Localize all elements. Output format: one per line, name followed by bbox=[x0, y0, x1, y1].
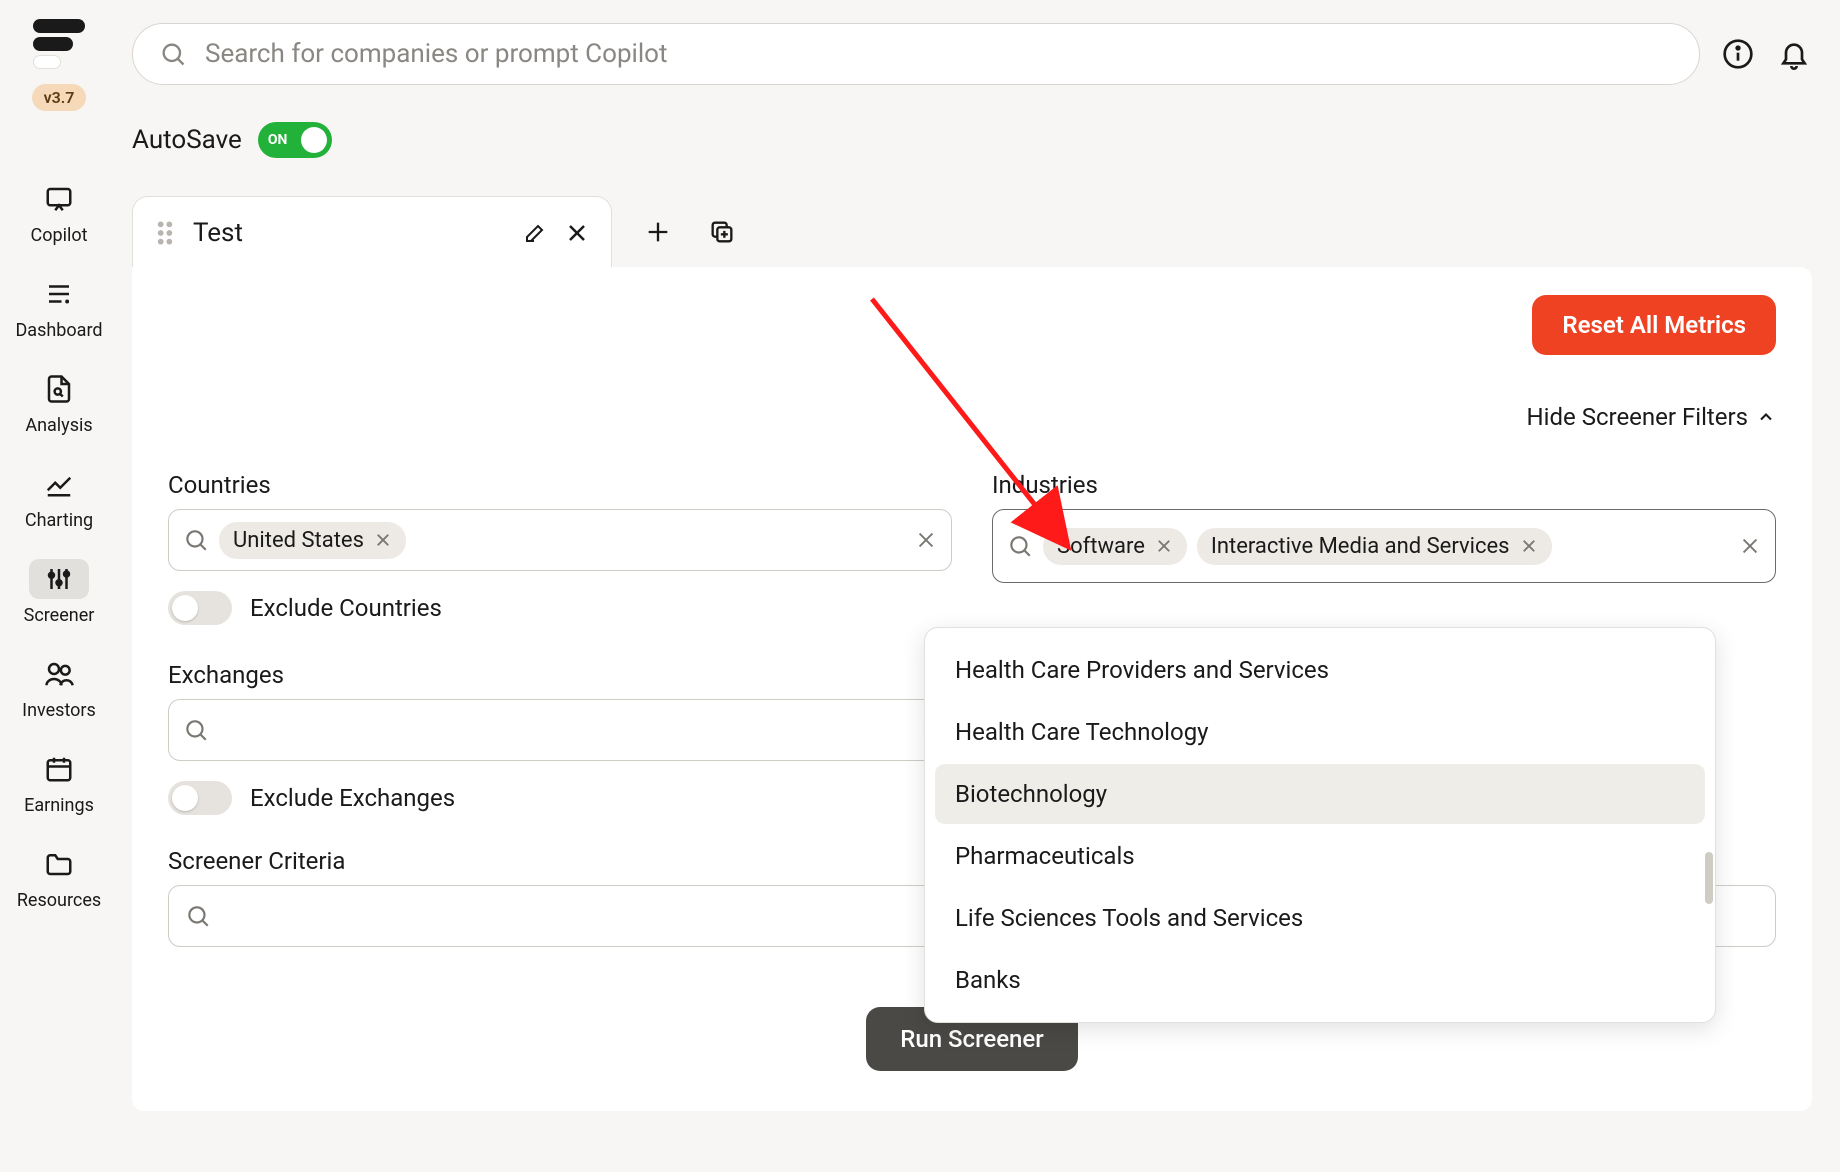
main-area: AutoSave ON Test bbox=[118, 0, 1840, 1172]
search-icon bbox=[159, 40, 187, 68]
tab-label: Test bbox=[193, 218, 505, 248]
exclude-exchanges-toggle[interactable] bbox=[168, 781, 232, 815]
industries-dropdown[interactable]: Health Care Providers and Services Healt… bbox=[924, 627, 1716, 1023]
sidebar-item-label: Analysis bbox=[25, 415, 92, 436]
sidebar-item-copilot[interactable]: Copilot bbox=[0, 167, 118, 258]
autosave-toggle-state: ON bbox=[268, 132, 288, 148]
global-search-input[interactable] bbox=[205, 39, 1673, 69]
screener-panel: Reset All Metrics Hide Screener Filters … bbox=[132, 267, 1812, 1111]
chat-icon bbox=[44, 184, 74, 214]
chip-label: Software bbox=[1057, 534, 1145, 559]
sidebar-item-charting[interactable]: Charting bbox=[0, 452, 118, 543]
exclude-exchanges-label: Exclude Exchanges bbox=[250, 784, 455, 812]
chevron-up-icon bbox=[1756, 407, 1776, 427]
info-icon bbox=[1722, 38, 1754, 70]
dropdown-option[interactable]: Health Care Providers and Services bbox=[935, 640, 1705, 700]
drag-handle-icon[interactable] bbox=[155, 220, 175, 246]
sidebar-item-label: Dashboard bbox=[15, 320, 102, 341]
industry-chip[interactable]: Software bbox=[1043, 528, 1187, 565]
search-icon bbox=[183, 527, 209, 553]
exclude-countries-toggle[interactable] bbox=[168, 591, 232, 625]
chip-label: Interactive Media and Services bbox=[1211, 534, 1510, 559]
reset-all-metrics-button[interactable]: Reset All Metrics bbox=[1532, 295, 1776, 355]
countries-input[interactable]: United States bbox=[168, 509, 952, 571]
industries-label: Industries bbox=[992, 471, 1776, 499]
dropdown-option[interactable]: Biotechnology bbox=[935, 764, 1705, 824]
bell-icon bbox=[1778, 38, 1810, 70]
dropdown-option[interactable]: Health Care Technology bbox=[935, 702, 1705, 762]
clear-industries-button[interactable] bbox=[1739, 535, 1761, 557]
document-search-icon bbox=[44, 374, 74, 404]
folder-icon bbox=[44, 849, 74, 879]
people-icon bbox=[44, 659, 74, 689]
search-icon bbox=[1007, 533, 1033, 559]
sidebar-item-label: Screener bbox=[24, 605, 95, 626]
edit-tab-button[interactable] bbox=[523, 221, 547, 245]
list-icon bbox=[44, 279, 74, 309]
clear-countries-button[interactable] bbox=[915, 529, 937, 551]
version-badge: v3.7 bbox=[32, 84, 87, 111]
countries-label: Countries bbox=[168, 471, 952, 499]
exchanges-input[interactable] bbox=[168, 699, 952, 761]
info-button[interactable] bbox=[1720, 36, 1756, 72]
sidebar-item-label: Resources bbox=[17, 890, 101, 911]
sidebar-item-earnings[interactable]: Earnings bbox=[0, 737, 118, 828]
dropdown-option[interactable]: Banks bbox=[935, 950, 1705, 1010]
close-tab-button[interactable] bbox=[565, 221, 589, 245]
dropdown-option[interactable]: Pharmaceuticals bbox=[935, 826, 1705, 886]
chip-label: United States bbox=[233, 528, 364, 553]
app-logo bbox=[27, 12, 91, 76]
global-search[interactable] bbox=[132, 23, 1700, 85]
industries-input[interactable]: Software Interactive Media and Services bbox=[992, 509, 1776, 583]
chart-line-icon bbox=[44, 469, 74, 499]
autosave-label: AutoSave bbox=[132, 125, 242, 155]
dropdown-option[interactable]: Life Sciences Tools and Services bbox=[935, 888, 1705, 948]
calendar-icon bbox=[44, 754, 74, 784]
sidebar-item-resources[interactable]: Resources bbox=[0, 832, 118, 923]
autosave-toggle[interactable]: ON bbox=[258, 122, 332, 158]
remove-chip-button[interactable] bbox=[374, 531, 392, 549]
duplicate-tab-button[interactable] bbox=[704, 214, 740, 250]
add-tab-button[interactable] bbox=[640, 214, 676, 250]
sidebar-item-dashboard[interactable]: Dashboard bbox=[0, 262, 118, 353]
hide-filters-label: Hide Screener Filters bbox=[1527, 403, 1748, 431]
plus-icon bbox=[644, 218, 672, 246]
duplicate-icon bbox=[708, 218, 736, 246]
sliders-icon bbox=[44, 564, 74, 594]
search-icon bbox=[185, 903, 211, 929]
remove-chip-button[interactable] bbox=[1520, 537, 1538, 555]
industry-chip[interactable]: Interactive Media and Services bbox=[1197, 528, 1552, 565]
sidebar-item-label: Earnings bbox=[24, 795, 94, 816]
sidebar-item-investors[interactable]: Investors bbox=[0, 642, 118, 733]
sidebar-item-screener[interactable]: Screener bbox=[0, 547, 118, 638]
sidebar-item-label: Investors bbox=[22, 700, 96, 721]
sidebar: v3.7 Copilot Dashboard Analysis Charting bbox=[0, 0, 118, 1172]
country-chip[interactable]: United States bbox=[219, 522, 406, 559]
exchanges-label: Exchanges bbox=[168, 661, 952, 689]
hide-screener-filters-toggle[interactable]: Hide Screener Filters bbox=[168, 403, 1776, 431]
screener-tab[interactable]: Test bbox=[132, 196, 612, 268]
sidebar-item-label: Charting bbox=[25, 510, 93, 531]
exclude-countries-label: Exclude Countries bbox=[250, 594, 442, 622]
scrollbar-thumb[interactable] bbox=[1705, 852, 1713, 904]
remove-chip-button[interactable] bbox=[1155, 537, 1173, 555]
notifications-button[interactable] bbox=[1776, 36, 1812, 72]
sidebar-item-analysis[interactable]: Analysis bbox=[0, 357, 118, 448]
sidebar-item-label: Copilot bbox=[31, 225, 88, 246]
search-icon bbox=[183, 717, 209, 743]
